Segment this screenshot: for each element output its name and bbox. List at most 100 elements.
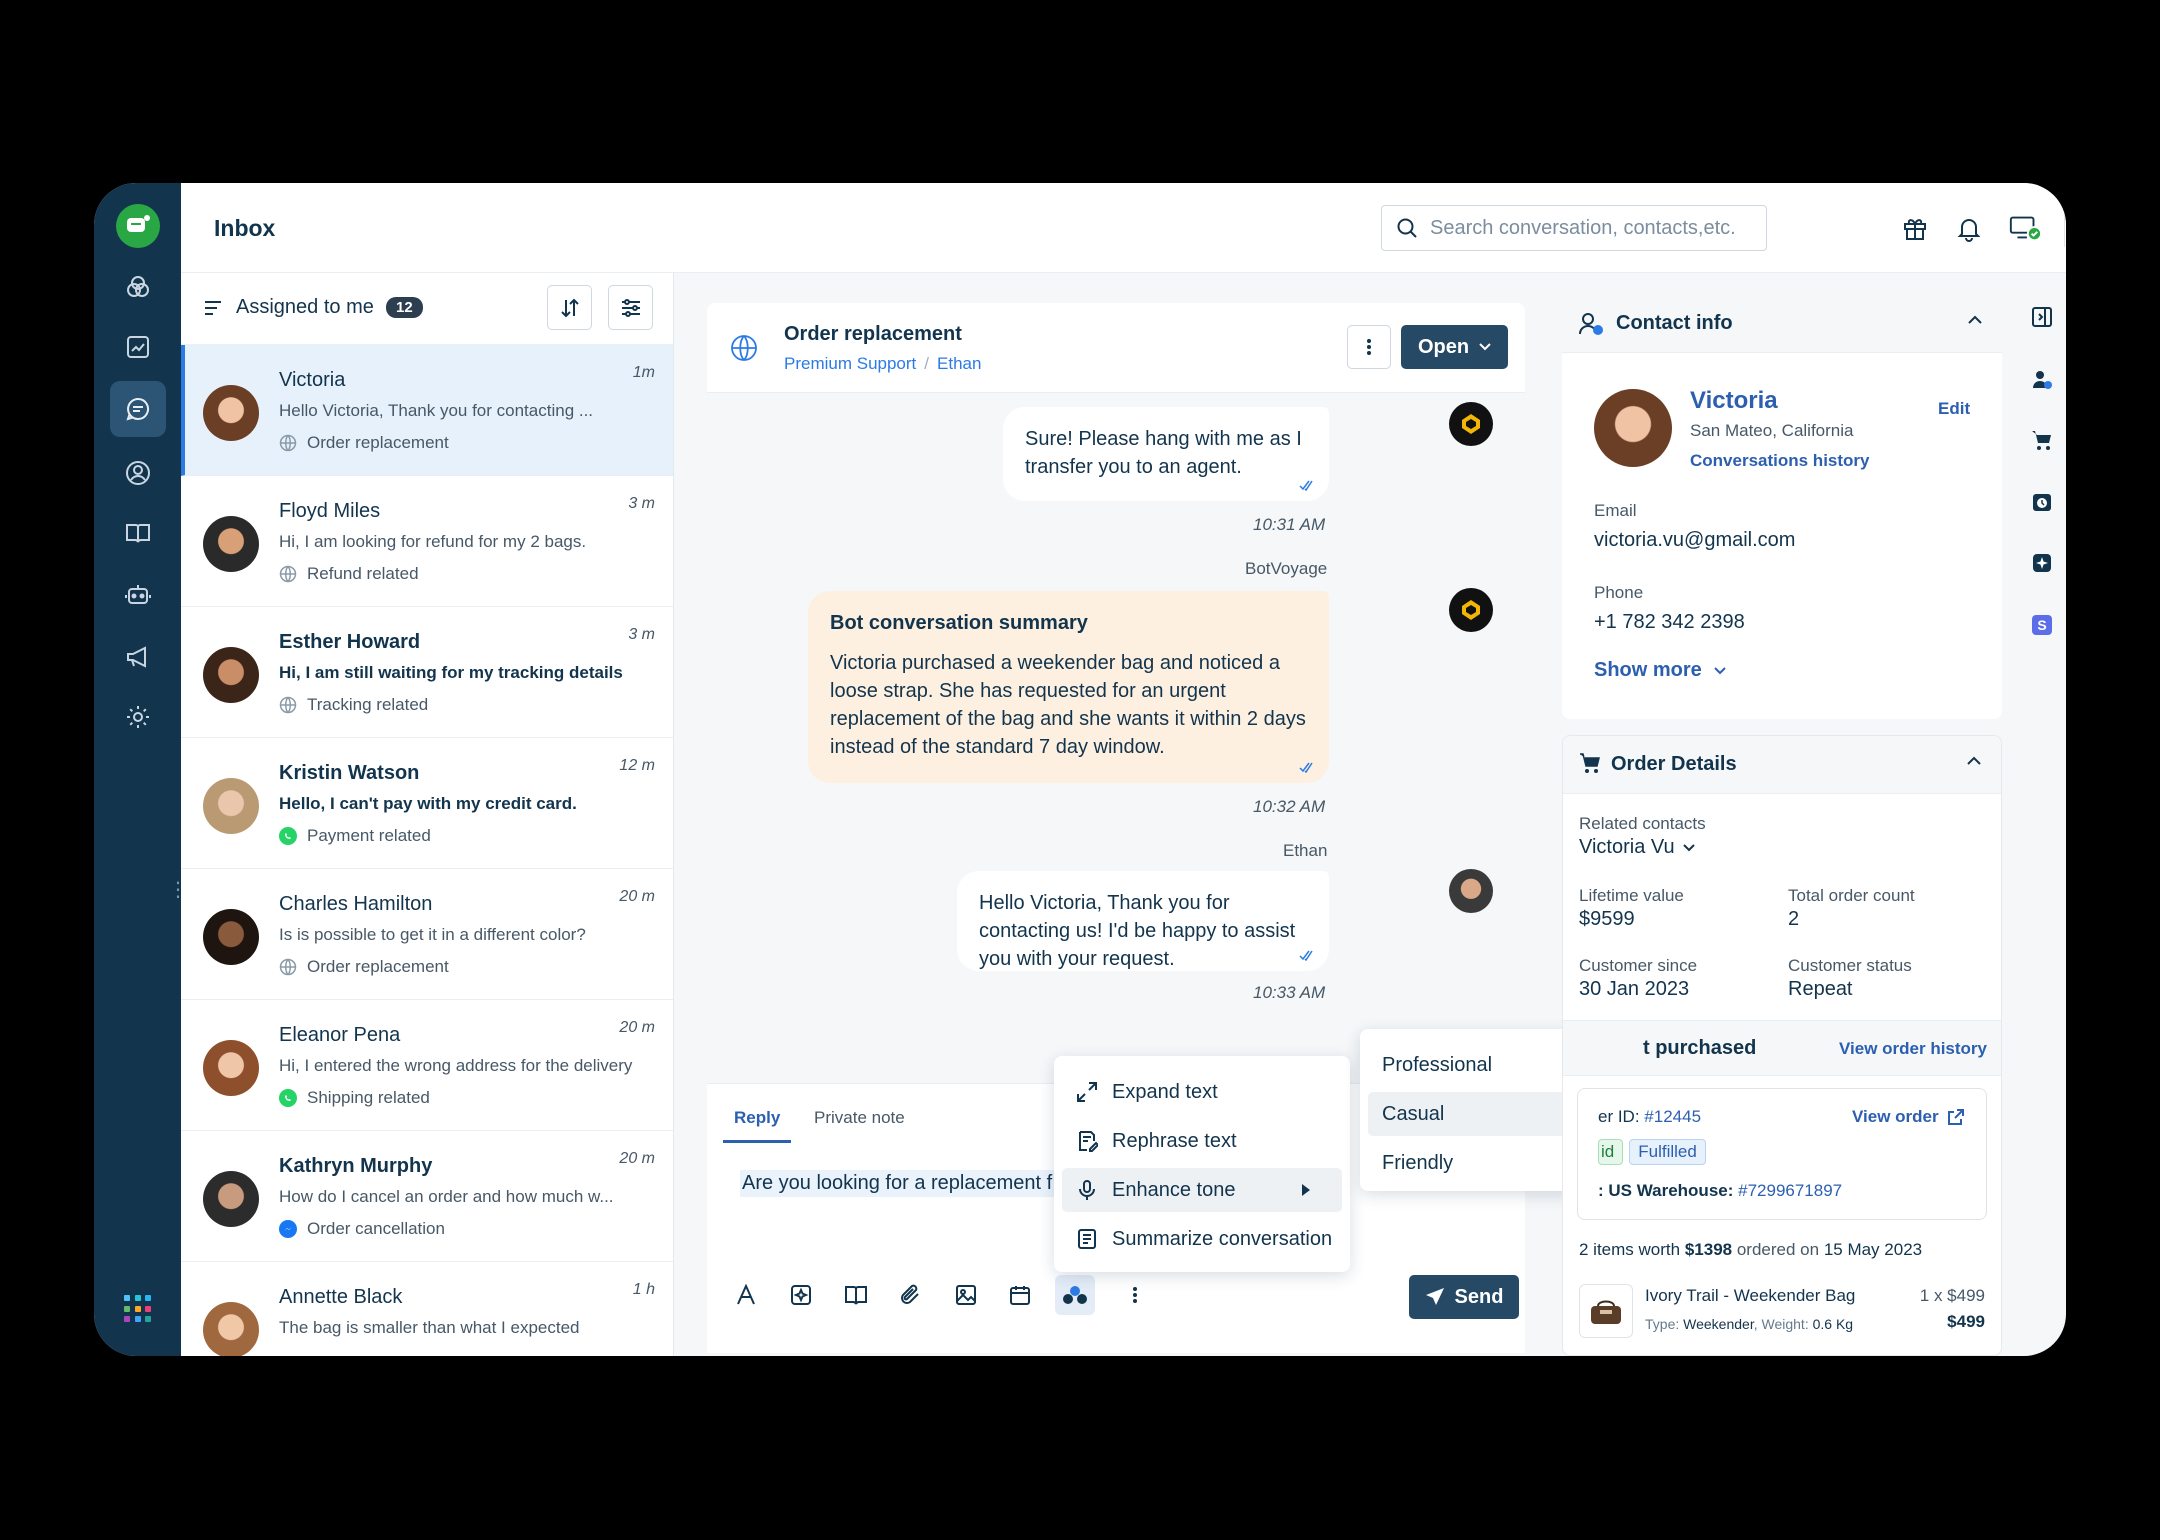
message-time: 3 m (628, 495, 655, 512)
conversations-icon[interactable] (110, 381, 166, 437)
sort-button[interactable] (547, 285, 592, 330)
chevron-up-icon[interactable] (1968, 315, 1982, 324)
contact-avatar (1594, 389, 1672, 467)
view-order-link[interactable]: View order (1852, 1107, 1965, 1127)
gift-icon[interactable] (1898, 211, 1932, 245)
attachment-icon[interactable] (896, 1280, 926, 1310)
menu-item-summarize-conversation[interactable]: Summarize conversation (1062, 1217, 1342, 1261)
read-receipt-icon (1299, 480, 1313, 491)
conversation-item-esther-howard[interactable]: Esther Howard 3 m Hi, I am still waiting… (181, 607, 673, 738)
menu-item-enhance-tone[interactable]: Enhance tone (1062, 1168, 1342, 1212)
calendar-icon[interactable] (1005, 1280, 1035, 1310)
text-format-icon[interactable] (731, 1280, 761, 1310)
image-icon[interactable] (951, 1280, 981, 1310)
warehouse-id-link[interactable]: #7299671897 (1738, 1181, 1842, 1200)
chevron-down-icon (1479, 343, 1491, 351)
menu-item-label: Summarize conversation (1112, 1227, 1333, 1250)
conversation-item-annette-black[interactable]: Annette Black 1 h The bag is smaller tha… (181, 1262, 673, 1356)
contact-name[interactable]: Victoria (1690, 387, 1778, 415)
customer-status-value: Repeat (1788, 978, 1853, 1000)
agent-status-icon[interactable] (2008, 211, 2042, 245)
contact-info-icon[interactable] (2030, 367, 2054, 391)
apps-grid-icon[interactable] (124, 1295, 152, 1323)
filter-menu-icon[interactable] (203, 299, 223, 317)
product-type: Weekender (1683, 1316, 1754, 1332)
avatar (203, 778, 259, 834)
tab-reply[interactable]: Reply (734, 1108, 780, 1128)
show-more-button[interactable]: Show more (1594, 659, 1726, 682)
product-total: $499 (1947, 1312, 1985, 1331)
order-id-link[interactable]: #12445 (1644, 1107, 1701, 1126)
conversations-history-link[interactable]: Conversations history (1690, 451, 1870, 471)
orders-cart-icon[interactable] (2030, 428, 2054, 452)
integration-app-icon[interactable] (2030, 551, 2054, 575)
edit-contact-link[interactable]: Edit (1938, 399, 1970, 419)
conversation-item-floyd-miles[interactable]: Floyd Miles 3 m Hi, I am looking for ref… (181, 476, 673, 607)
filter-settings-button[interactable] (608, 285, 653, 330)
conversation-item-eleanor-pena[interactable]: Eleanor Pena 20 m Hi, I entered the wron… (181, 1000, 673, 1131)
tickets-icon[interactable] (110, 319, 166, 375)
more-tools-icon[interactable] (1120, 1280, 1150, 1310)
conversation-item-victoria[interactable]: Victoria 1m Hello Victoria, Thank you fo… (181, 345, 673, 476)
campaigns-icon[interactable] (110, 629, 166, 685)
filter-label[interactable]: Assigned to me (236, 296, 374, 319)
order-summary-line: 2 items worth $1398 ordered on 15 May 20… (1579, 1240, 1922, 1260)
order-details-header[interactable]: Order Details (1563, 736, 2001, 794)
product-name[interactable]: Ivory Trail - Weekender Bag (1645, 1286, 1855, 1306)
view-order-history-link[interactable]: View order history (1839, 1039, 1987, 1059)
tag-label: Shipping related (307, 1088, 430, 1107)
freshchat-logo-icon[interactable] (116, 204, 160, 248)
conversation-item-charles-hamilton[interactable]: Charles Hamilton 20 m Is is possible to … (181, 869, 673, 1000)
phone-value: +1 782 342 2398 (1594, 611, 1745, 633)
message-time: 20 m (619, 888, 655, 905)
reply-input[interactable]: Are you looking for a replacement f (740, 1170, 1055, 1197)
chevron-up-icon[interactable] (1967, 756, 1981, 765)
agent-message-bubble: Sure! Please hang with me as I transfer … (1003, 407, 1329, 501)
message-time: 12 m (619, 757, 655, 774)
chat-options-button[interactable] (1347, 325, 1391, 369)
status-dropdown-button[interactable]: Open (1401, 325, 1508, 369)
topbar-divider (2064, 209, 2065, 247)
agent-avatar (1449, 869, 1493, 913)
tab-private-note[interactable]: Private note (814, 1108, 905, 1128)
knowledge-article-icon[interactable] (841, 1280, 871, 1310)
conversation-tag: Order replacement (279, 957, 449, 977)
microphone-icon (1079, 1180, 1095, 1200)
conversation-item-kristin-watson[interactable]: Kristin Watson 12 m Hello, I can't pay w… (181, 738, 673, 869)
bot-icon[interactable] (110, 567, 166, 623)
canned-response-icon[interactable] (786, 1280, 816, 1310)
ai-assist-icon[interactable] (1055, 1275, 1095, 1315)
menu-item-expand-text[interactable]: Expand text (1062, 1070, 1342, 1114)
notifications-bell-icon[interactable] (1952, 211, 1986, 245)
contact-info-header[interactable]: Contact info (1562, 295, 2002, 353)
contact-name: Floyd Miles (279, 500, 381, 522)
menu-item-rephrase-text[interactable]: Rephrase text (1062, 1119, 1342, 1163)
knowledge-base-icon[interactable] (110, 505, 166, 561)
related-contacts-label: Related contacts (1579, 814, 1706, 833)
conversation-tag: Payment related (279, 826, 431, 846)
dashboard-icon[interactable] (110, 259, 166, 315)
related-contacts-dropdown[interactable]: Victoria Vu (1579, 836, 1695, 859)
send-button[interactable]: Send (1409, 1275, 1519, 1319)
search-input[interactable] (1430, 216, 1750, 240)
email-value: victoria.vu@gmail.com (1594, 529, 1796, 551)
shopify-app-icon[interactable]: S (2030, 613, 2054, 637)
conversation-item-kathryn-murphy[interactable]: Kathryn Murphy 20 m How do I cancel an o… (181, 1131, 673, 1262)
contact-icon (1579, 313, 1603, 335)
contact-name: Victoria (279, 369, 346, 391)
product-weight: 0.6 Kg (1812, 1316, 1854, 1332)
search-box[interactable] (1381, 205, 1767, 251)
sliders-icon (621, 298, 640, 317)
contact-name: Esther Howard (279, 631, 421, 653)
menu-item-label: Expand text (1112, 1080, 1218, 1103)
order-id-label: er ID: (1598, 1107, 1640, 1126)
settings-icon[interactable] (110, 689, 166, 745)
message-preview: Hello, I can't pay with my credit card. (279, 794, 577, 813)
contacts-icon[interactable] (110, 445, 166, 501)
list-header: Assigned to me 12 (181, 273, 673, 345)
collapse-panel-icon[interactable] (2030, 305, 2054, 329)
agent-link[interactable]: Ethan (937, 354, 981, 373)
group-link[interactable]: Premium Support (784, 354, 916, 373)
svg-text:S: S (2037, 617, 2046, 633)
timeline-icon[interactable] (2030, 490, 2054, 514)
